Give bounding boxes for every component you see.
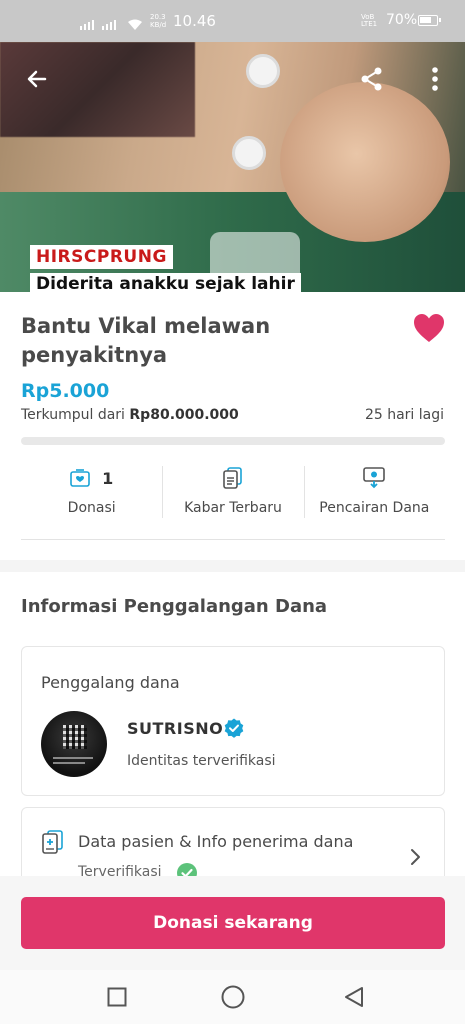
- net-speed-value: 20.3: [150, 13, 166, 21]
- system-navigation-bar: [0, 970, 465, 1024]
- back-arrow-icon[interactable]: [22, 64, 52, 94]
- donate-now-button[interactable]: Donasi sekarang: [21, 897, 445, 949]
- funding-progress-bar: [21, 437, 445, 445]
- days-left: 25 hari lagi: [364, 407, 444, 423]
- home-circle-icon[interactable]: [220, 984, 246, 1010]
- stat-updates[interactable]: Kabar Terbaru: [162, 460, 303, 522]
- updates-label: Kabar Terbaru: [184, 500, 282, 516]
- avatar-qr-overlay: [63, 725, 87, 749]
- hero-caption-subtitle: Diderita anakku sejak lahir: [30, 273, 301, 292]
- patient-info-title: Data pasien & Info penerima dana: [78, 832, 354, 851]
- fundraiser-verified-text: Identitas terverifikasi: [127, 753, 276, 769]
- net-speed-unit: KB/d: [150, 21, 167, 29]
- news-document-icon: [223, 467, 242, 489]
- section-separator: [0, 560, 465, 572]
- donations-label: Donasi: [67, 500, 116, 516]
- hero-child: [280, 82, 450, 242]
- hero-electrode: [246, 54, 280, 88]
- donations-count: 1: [102, 468, 114, 488]
- fundraiser-name: SUTRISNO: [127, 719, 224, 738]
- withdraw-money-icon: [363, 467, 386, 489]
- disbursement-label: Pencairan Dana: [319, 500, 430, 516]
- donation-box-icon: [70, 469, 90, 487]
- clock: 10.46: [173, 12, 216, 30]
- hero-caption-disease: HIRSCPRUNG: [30, 245, 173, 269]
- battery-icon: [418, 15, 441, 26]
- amount-raised: Rp5.000: [21, 380, 110, 402]
- collected-text: Terkumpul dari Rp80.000.000: [21, 407, 239, 423]
- lte-indicator: VoB LTE1: [361, 14, 377, 28]
- chevron-right-icon[interactable]: [410, 848, 422, 866]
- net-speed: 20.3 KB/d: [150, 13, 166, 29]
- campaign-title: Bantu Vikal melawan penyakitnya: [21, 314, 271, 367]
- divider: [21, 539, 445, 540]
- patient-document-icon: [42, 830, 63, 854]
- fundraiser-label: Penggalang dana: [41, 673, 180, 692]
- campaign-hero-image: HIRSCPRUNG Diderita anakku sejak lahir: [0, 42, 465, 292]
- verified-badge-icon: [224, 718, 244, 738]
- battery-percent: 70%: [386, 12, 418, 28]
- campaign-stats: 1 Donasi Kabar Terbaru Pencairan Dana: [21, 460, 445, 522]
- share-icon[interactable]: [357, 64, 387, 94]
- battery-fill: [420, 17, 431, 23]
- collected-prefix: Terkumpul dari: [21, 407, 125, 423]
- status-bar: 20.3 KB/d 10.46 VoB LTE1 70%: [0, 0, 465, 42]
- back-triangle-icon[interactable]: [341, 984, 367, 1010]
- avatar-text-line: [53, 757, 93, 759]
- fundraiser-card[interactable]: Penggalang dana SUTRISNO Identitas terve…: [21, 646, 445, 796]
- lte-bottom: LTE1: [361, 20, 378, 28]
- stat-donations[interactable]: 1 Donasi: [21, 460, 162, 522]
- avatar-text-line: [53, 762, 85, 764]
- info-section-title: Informasi Penggalangan Dana: [21, 596, 328, 617]
- favorite-heart-icon[interactable]: [413, 313, 445, 348]
- stat-disbursement[interactable]: Pencairan Dana: [303, 460, 445, 522]
- recents-square-icon[interactable]: [104, 984, 130, 1010]
- more-vertical-icon[interactable]: [420, 64, 450, 94]
- hero-electrode: [232, 136, 266, 170]
- fundraiser-avatar: [41, 711, 107, 777]
- target-amount: Rp80.000.000: [129, 407, 239, 423]
- signal-icon: [80, 19, 142, 30]
